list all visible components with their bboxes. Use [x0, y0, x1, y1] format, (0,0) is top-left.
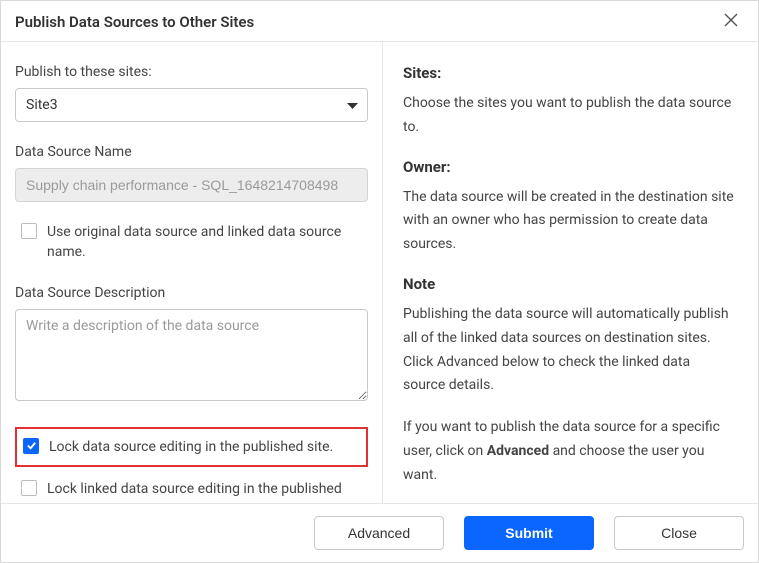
- right-panel: Sites: Choose the sites you want to publ…: [383, 42, 758, 503]
- close-button[interactable]: Close: [614, 516, 744, 550]
- ds-name-input[interactable]: [15, 168, 368, 202]
- info-sites-body: Choose the sites you want to publish the…: [403, 92, 734, 140]
- dialog-title: Publish Data Sources to Other Sites: [15, 13, 254, 31]
- info-note-body1: Publishing the data source will automati…: [403, 303, 734, 398]
- info-owner-body: The data source will be created in the d…: [403, 186, 734, 257]
- ds-desc-label: Data Source Description: [15, 285, 368, 301]
- dialog-header: Publish Data Sources to Other Sites: [1, 1, 758, 42]
- use-original-row: Use original data source and linked data…: [15, 220, 368, 265]
- submit-button[interactable]: Submit: [464, 516, 594, 550]
- info-note-heading: Note: [403, 275, 734, 293]
- sites-select[interactable]: Site3: [15, 88, 368, 122]
- publish-dialog: Publish Data Sources to Other Sites Publ…: [0, 0, 759, 563]
- info-note-body2: If you want to publish the data source f…: [403, 416, 734, 487]
- info-note: Note Publishing the data source will aut…: [403, 275, 734, 488]
- info-sites: Sites: Choose the sites you want to publ…: [403, 64, 734, 140]
- left-panel: Publish to these sites: Site3 Data Sourc…: [1, 42, 383, 503]
- info-owner-heading: Owner:: [403, 158, 734, 176]
- lock-linked-checkbox[interactable]: [21, 480, 37, 496]
- lock-linked-label: Lock linked data source editing in the p…: [47, 479, 362, 503]
- sites-label: Publish to these sites:: [15, 64, 368, 80]
- lock-edit-label: Lock data source editing in the publishe…: [49, 437, 333, 457]
- lock-edit-checkbox[interactable]: [23, 438, 39, 454]
- lock-linked-row: Lock linked data source editing in the p…: [15, 477, 368, 503]
- dialog-footer: Advanced Submit Close: [1, 503, 758, 562]
- sites-select-value: Site3: [26, 97, 58, 113]
- use-original-checkbox[interactable]: [21, 223, 37, 239]
- dialog-body: Publish to these sites: Site3 Data Sourc…: [1, 42, 758, 503]
- info-owner: Owner: The data source will be created i…: [403, 158, 734, 257]
- info-note-advanced-word: Advanced: [487, 443, 549, 459]
- ds-name-label: Data Source Name: [15, 144, 368, 160]
- info-sites-heading: Sites:: [403, 64, 734, 82]
- lock-edit-row: Lock data source editing in the publishe…: [15, 427, 368, 467]
- close-icon[interactable]: [724, 13, 742, 31]
- advanced-button[interactable]: Advanced: [314, 516, 444, 550]
- use-original-label: Use original data source and linked data…: [47, 222, 362, 263]
- ds-desc-textarea[interactable]: [15, 309, 368, 401]
